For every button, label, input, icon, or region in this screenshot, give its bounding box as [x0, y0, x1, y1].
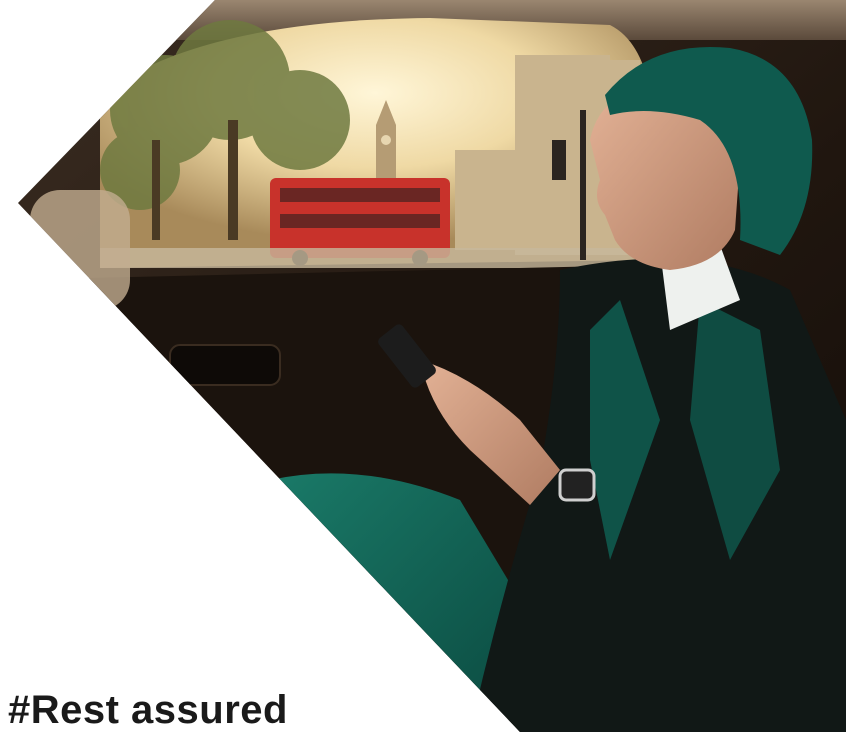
ad-canvas: #Rest assured [0, 0, 846, 732]
wristwatch-icon [558, 468, 596, 502]
car-window-view [100, 18, 650, 268]
door-handle [169, 344, 281, 386]
headrest [30, 190, 130, 310]
headline: #Rest assured [8, 688, 288, 732]
advert-photo [18, 0, 846, 732]
photo-area [18, 0, 846, 732]
